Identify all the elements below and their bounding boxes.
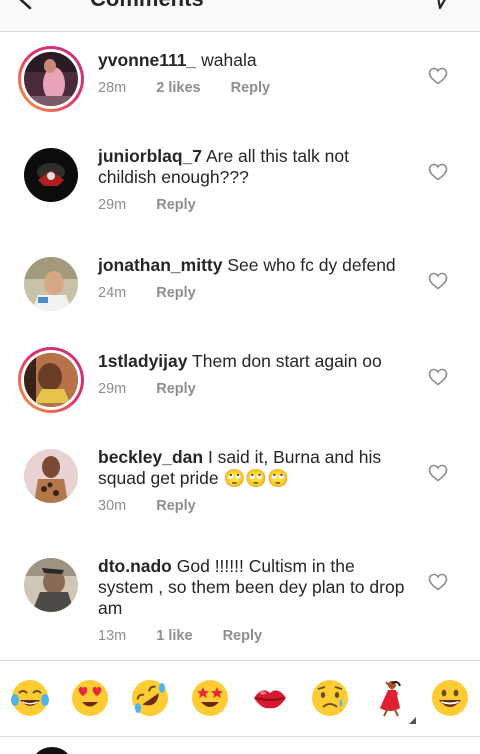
avatar-image [24, 449, 78, 503]
reply-button[interactable]: Reply [156, 381, 196, 397]
avatar[interactable] [24, 449, 78, 503]
tears-of-joy-emoji-icon[interactable] [10, 678, 50, 718]
avatar-image [24, 558, 78, 612]
star-struck-emoji-icon[interactable] [190, 678, 230, 718]
heart-outline-icon[interactable] [428, 464, 448, 482]
my-avatar [30, 747, 74, 754]
comment-text: wahala [201, 50, 257, 70]
avatar-image [24, 257, 78, 311]
comment-time: 13m [98, 628, 127, 644]
comment-time: 29m [98, 197, 127, 213]
heart-outline-icon[interactable] [428, 573, 448, 591]
comment-time: 30m [98, 498, 127, 514]
heart-outline-icon[interactable] [428, 368, 448, 386]
comment-time: 28m [98, 80, 127, 96]
back-arrow-icon[interactable] [14, 0, 40, 12]
comment-username[interactable]: dto.nado [98, 556, 172, 576]
comment-username[interactable]: 1stladyijay [98, 351, 188, 371]
comment-username[interactable]: juniorblaq_7 [98, 146, 202, 166]
emoji-quick-bar [0, 660, 480, 736]
comment-username[interactable]: jonathan_mitty [98, 255, 222, 275]
heart-outline-icon[interactable] [428, 272, 448, 290]
reply-button[interactable]: Reply [156, 498, 196, 514]
comment-text: See who fc dy defend [227, 255, 396, 275]
avatar[interactable] [24, 148, 78, 202]
avatar[interactable] [24, 257, 78, 311]
comments-header: Comments [0, 0, 480, 32]
dancer-emoji-icon[interactable] [370, 678, 410, 718]
reply-button[interactable]: Reply [223, 628, 263, 644]
avatar-image [24, 52, 78, 106]
reply-button[interactable]: Reply [231, 80, 271, 96]
comment-username[interactable]: beckley_dan [98, 447, 203, 467]
avatar-image [24, 353, 78, 407]
resize-corner-icon [409, 717, 416, 724]
reply-button[interactable]: Reply [156, 285, 196, 301]
comment-time: 29m [98, 381, 127, 397]
direct-send-icon[interactable] [428, 0, 454, 10]
comment-likes[interactable]: 2 likes [156, 80, 200, 96]
comment-time: 24m [98, 285, 127, 301]
avatar[interactable] [24, 558, 78, 612]
heart-eyes-emoji-icon[interactable] [70, 678, 110, 718]
kiss-lips-emoji-icon[interactable] [250, 678, 290, 718]
heart-outline-icon[interactable] [428, 163, 448, 181]
avatar-image [24, 148, 78, 202]
avatar[interactable] [18, 347, 84, 413]
avatar[interactable] [18, 46, 84, 112]
page-title: Comments [90, 0, 204, 12]
comment-composer [0, 736, 480, 754]
grinning-emoji-icon[interactable] [430, 678, 470, 718]
sad-relieved-emoji-icon[interactable] [310, 678, 350, 718]
heart-outline-icon[interactable] [428, 67, 448, 85]
comment-username[interactable]: yvonne111_ [98, 50, 196, 70]
comment-text: Them don start again oo [192, 351, 382, 371]
rolling-laughing-emoji-icon[interactable] [130, 678, 170, 718]
reply-button[interactable]: Reply [156, 197, 196, 213]
comment-likes[interactable]: 1 like [156, 628, 192, 644]
